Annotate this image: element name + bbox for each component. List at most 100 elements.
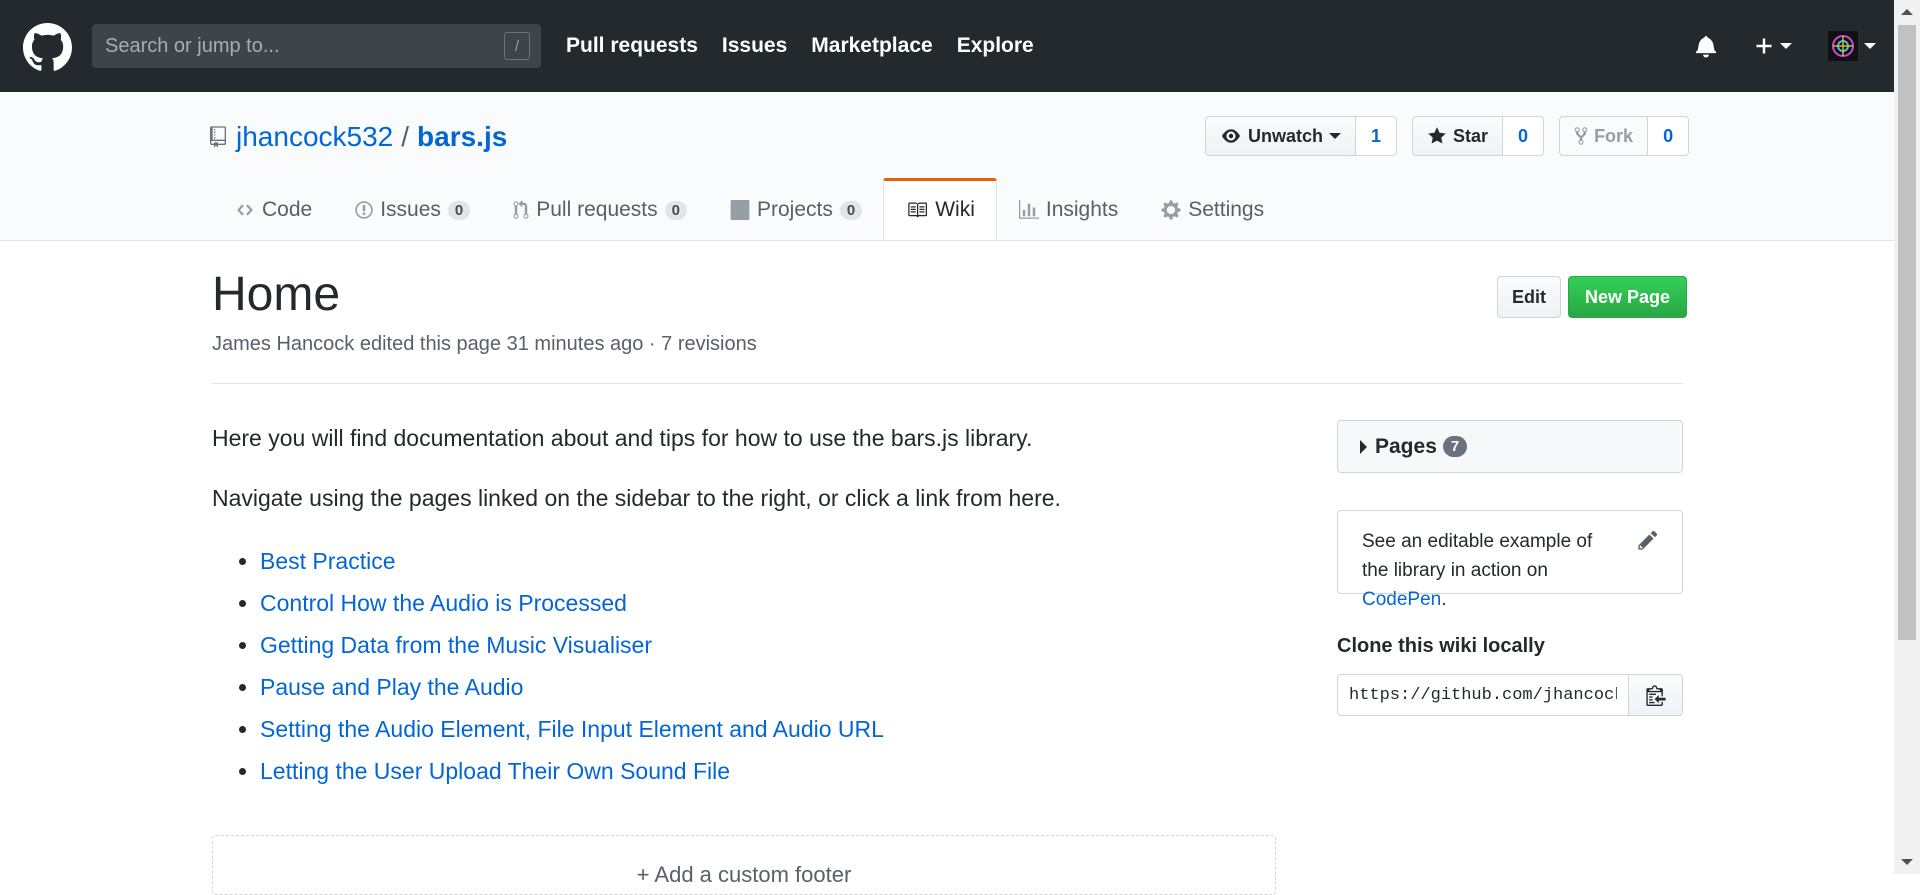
tab-label: Pull requests bbox=[536, 198, 658, 221]
eye-icon bbox=[1222, 129, 1240, 143]
global-header: / Pull requests Issues Marketplace Explo… bbox=[0, 0, 1894, 92]
user-avatar[interactable] bbox=[1828, 31, 1876, 61]
wiki-body: Here you will find documentation about a… bbox=[212, 420, 1272, 792]
add-custom-footer-button[interactable]: + Add a custom footer bbox=[212, 835, 1276, 895]
repo-owner-link[interactable]: jhancock532 bbox=[236, 121, 393, 153]
nav-issues[interactable]: Issues bbox=[722, 34, 787, 58]
search-input[interactable] bbox=[103, 33, 504, 59]
global-nav: Pull requests Issues Marketplace Explore bbox=[566, 0, 1058, 92]
repo-path-separator: / bbox=[401, 121, 410, 152]
edit-button[interactable]: Edit bbox=[1497, 276, 1561, 318]
tab-insights[interactable]: Insights bbox=[997, 180, 1139, 240]
repo-actions: Unwatch 1 Star 0 Fork 0 bbox=[1205, 116, 1704, 156]
page-title: Home bbox=[212, 268, 341, 321]
book-icon bbox=[908, 202, 928, 218]
tab-issues[interactable]: Issues 0 bbox=[333, 180, 491, 240]
watch-group: Unwatch 1 bbox=[1205, 116, 1398, 156]
nav-pull-requests[interactable]: Pull requests bbox=[566, 34, 698, 58]
pages-label: Pages bbox=[1375, 434, 1437, 458]
custom-sidebar: See an editable example of the library i… bbox=[1337, 510, 1683, 610]
star-group: Star 0 bbox=[1412, 116, 1545, 156]
intro-paragraph: Here you will find documentation about a… bbox=[212, 425, 1033, 451]
link-control-audio[interactable]: Control How the Audio is Processed bbox=[260, 590, 627, 616]
create-new-plus-icon[interactable] bbox=[1754, 36, 1792, 56]
nav-marketplace[interactable]: Marketplace bbox=[811, 34, 932, 58]
link-pause-play[interactable]: Pause and Play the Audio bbox=[260, 674, 523, 700]
link-user-upload[interactable]: Letting the User Upload Their Own Sound … bbox=[260, 758, 730, 784]
codepen-link[interactable]: CodePen bbox=[1362, 589, 1441, 610]
tab-code[interactable]: Code bbox=[213, 180, 333, 240]
codepen-text-start: See an editable example of the library i… bbox=[1362, 531, 1593, 581]
fork-label: Fork bbox=[1594, 125, 1634, 146]
nav-explore[interactable]: Explore bbox=[957, 34, 1034, 58]
page-scrollbar[interactable] bbox=[1894, 0, 1920, 874]
tab-label: Issues bbox=[380, 198, 441, 221]
projects-count-badge: 0 bbox=[839, 200, 863, 220]
avatar-icon bbox=[1828, 31, 1858, 61]
gear-icon bbox=[1161, 200, 1181, 220]
tab-label: Code bbox=[262, 198, 313, 221]
pages-count-badge: 7 bbox=[1442, 436, 1468, 457]
codepen-text-end: . bbox=[1441, 589, 1447, 610]
chevron-down-icon bbox=[1780, 43, 1792, 49]
list-item: Pause and Play the Audio bbox=[260, 666, 1272, 708]
clone-title: Clone this wiki locally bbox=[1337, 635, 1545, 657]
repo-title: jhancock532 / bars.js bbox=[210, 121, 507, 153]
clippy-icon bbox=[1645, 685, 1666, 706]
search-box[interactable]: / bbox=[92, 24, 541, 68]
tab-projects[interactable]: Projects 0 bbox=[708, 180, 883, 240]
tab-label: Wiki bbox=[935, 198, 975, 221]
scrollbar-thumb[interactable] bbox=[1898, 25, 1916, 640]
link-best-practice[interactable]: Best Practice bbox=[260, 548, 396, 574]
unwatch-button[interactable]: Unwatch bbox=[1205, 116, 1357, 156]
search-shortcut-key: / bbox=[504, 32, 530, 60]
tab-pull-requests[interactable]: Pull requests 0 bbox=[491, 180, 708, 240]
repo-tabs: Code Issues 0 Pull requests 0 Projects 0… bbox=[213, 178, 1285, 240]
tab-wiki[interactable]: Wiki bbox=[883, 178, 997, 240]
stargazers-count[interactable]: 0 bbox=[1503, 116, 1545, 156]
new-page-button[interactable]: New Page bbox=[1568, 276, 1688, 318]
graph-icon bbox=[1018, 200, 1039, 219]
forks-count[interactable]: 0 bbox=[1648, 116, 1690, 156]
pull-requests-count-badge: 0 bbox=[664, 200, 687, 220]
issue-icon bbox=[355, 201, 373, 219]
scroll-up-arrow-icon[interactable] bbox=[1901, 9, 1913, 15]
code-icon bbox=[237, 204, 253, 216]
scroll-down-arrow-icon[interactable] bbox=[1901, 859, 1913, 865]
list-item: Control How the Audio is Processed bbox=[260, 582, 1272, 624]
fork-icon bbox=[1574, 127, 1588, 145]
github-logo-icon[interactable] bbox=[23, 23, 72, 72]
clone-url-group bbox=[1337, 674, 1683, 716]
project-icon bbox=[730, 200, 750, 220]
star-button[interactable]: Star bbox=[1412, 116, 1504, 156]
list-item: Letting the User Upload Their Own Sound … bbox=[260, 750, 1272, 792]
watchers-count[interactable]: 1 bbox=[1356, 116, 1398, 156]
triangle-right-icon bbox=[1360, 439, 1367, 454]
tab-label: Projects bbox=[757, 198, 833, 221]
list-item: Best Practice bbox=[260, 540, 1272, 582]
pages-toggle[interactable]: Pages 7 bbox=[1337, 420, 1683, 473]
fork-button[interactable]: Fork bbox=[1559, 116, 1649, 156]
page-edit-meta: James Hancock edited this page 31 minute… bbox=[212, 333, 757, 355]
link-setting-audio-element[interactable]: Setting the Audio Element, File Input El… bbox=[260, 716, 884, 742]
issues-count-badge: 0 bbox=[447, 200, 471, 220]
navigate-paragraph: Navigate using the pages linked on the s… bbox=[212, 485, 1061, 511]
chevron-down-icon bbox=[1329, 133, 1342, 139]
repository-header: jhancock532 / bars.js Unwatch 1 Star 0 F… bbox=[0, 92, 1894, 241]
tab-settings[interactable]: Settings bbox=[1139, 180, 1285, 240]
list-item: Getting Data from the Music Visualiser bbox=[260, 624, 1272, 666]
pencil-icon[interactable] bbox=[1638, 529, 1658, 551]
star-icon bbox=[1428, 127, 1446, 144]
repo-icon bbox=[210, 126, 226, 148]
copy-clone-url-button[interactable] bbox=[1629, 674, 1683, 716]
list-item: Setting the Audio Element, File Input El… bbox=[260, 708, 1272, 750]
codepen-text: See an editable example of the library i… bbox=[1362, 527, 1612, 614]
link-getting-data[interactable]: Getting Data from the Music Visualiser bbox=[260, 632, 652, 658]
clone-url-input[interactable] bbox=[1337, 674, 1629, 716]
title-divider bbox=[212, 383, 1683, 384]
repo-name-link[interactable]: bars.js bbox=[417, 121, 507, 153]
tab-label: Insights bbox=[1045, 198, 1119, 221]
notifications-bell-icon[interactable] bbox=[1696, 34, 1716, 58]
unwatch-label: Unwatch bbox=[1248, 125, 1324, 146]
wiki-link-list: Best Practice Control How the Audio is P… bbox=[212, 540, 1272, 792]
